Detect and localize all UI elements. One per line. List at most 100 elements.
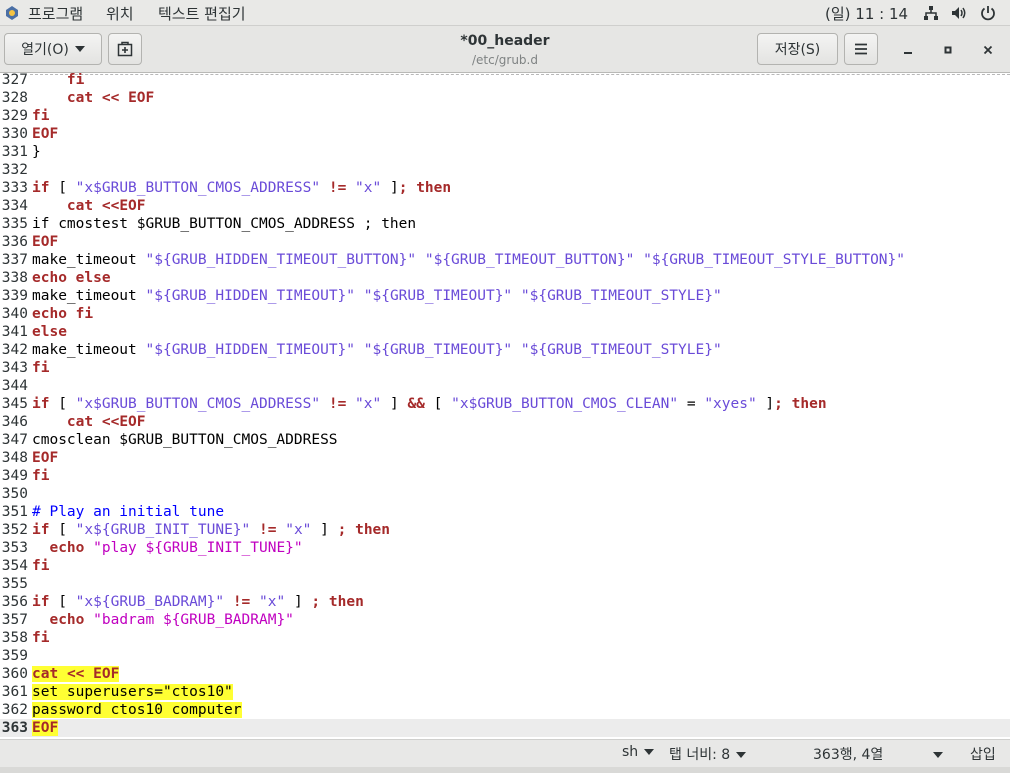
code-text[interactable]: make_timeout "${GRUB_HIDDEN_TIMEOUT}" "$… (32, 341, 722, 359)
code-text[interactable]: if [ "x$GRUB_BUTTON_CMOS_ADDRESS" != "x"… (32, 179, 451, 197)
new-document-button[interactable] (108, 33, 142, 65)
line-number: 328 (1, 90, 28, 106)
code-text[interactable]: if [ "x${GRUB_INIT_TUNE}" != "x" ] ; the… (32, 521, 390, 539)
code-line[interactable]: 345 if [ "x$GRUB_BUTTON_CMOS_ADDRESS" != … (0, 395, 1010, 413)
line-number: 336 (1, 234, 28, 250)
code-line[interactable]: 355 (0, 575, 1010, 593)
code-line[interactable]: 334 cat <<EOF (0, 197, 1010, 215)
line-number: 357 (1, 612, 28, 628)
open-button[interactable]: 열기(O) (4, 33, 102, 65)
hamburger-menu-button[interactable] (844, 33, 878, 65)
save-button-label: 저장(S) (774, 42, 821, 58)
code-line[interactable]: 327 fi (0, 73, 1010, 89)
code-text[interactable]: EOF (32, 233, 58, 251)
header-bar: 열기(O) *00_header /etc/grub.d 저장(S) (0, 26, 1010, 73)
code-text[interactable]: fi (32, 359, 49, 377)
code-text[interactable]: cat << EOF (32, 89, 154, 107)
code-text[interactable]: fi (32, 557, 49, 575)
code-line[interactable]: 354 fi (0, 557, 1010, 575)
code-line[interactable]: 332 (0, 161, 1010, 179)
cursor-position-selector[interactable]: 363행, 4열 (813, 744, 944, 764)
network-icon[interactable] (922, 4, 940, 22)
code-line[interactable]: 344 (0, 377, 1010, 395)
code-line[interactable]: 353 echo "play ${GRUB_INIT_TUNE}" (0, 539, 1010, 557)
code-text[interactable]: # Play an initial tune (32, 503, 224, 521)
code-text[interactable]: make_timeout "${GRUB_HIDDEN_TIMEOUT_BUTT… (32, 251, 905, 269)
code-line[interactable]: 350 (0, 485, 1010, 503)
code-line[interactable]: 352 if [ "x${GRUB_INIT_TUNE}" != "x" ] ; … (0, 521, 1010, 539)
chevron-down-icon (74, 46, 85, 52)
code-line[interactable]: 348 EOF (0, 449, 1010, 467)
code-text[interactable]: set superusers="ctos10" (32, 683, 233, 701)
code-line[interactable]: 362 password ctos10 computer (0, 701, 1010, 719)
code-text[interactable]: echo else (32, 269, 111, 287)
code-line[interactable]: 356 if [ "x${GRUB_BADRAM}" != "x" ] ; the… (0, 593, 1010, 611)
language-selector[interactable]: sh (622, 744, 655, 760)
code-line[interactable]: 331} (0, 143, 1010, 161)
tab-width-selector[interactable]: 탭 너비: 8 (669, 744, 747, 764)
line-number: 344 (1, 378, 28, 394)
clock[interactable]: (일) 11 : 14 (825, 3, 908, 24)
menu-places[interactable]: 위치 (106, 3, 134, 24)
code-line[interactable]: 340 echo fi (0, 305, 1010, 323)
code-line[interactable]: 336 EOF (0, 233, 1010, 251)
code-text[interactable]: cat <<EOF (32, 413, 146, 431)
applications-icon[interactable] (4, 5, 20, 21)
code-line[interactable]: 363 EOF (0, 719, 1010, 737)
code-text[interactable]: EOF (32, 719, 59, 737)
save-button[interactable]: 저장(S) (757, 33, 838, 65)
code-text[interactable]: cat << EOF (32, 665, 120, 683)
code-line[interactable]: 349 fi (0, 467, 1010, 485)
code-line[interactable]: 342 make_timeout "${GRUB_HIDDEN_TIMEOUT}"… (0, 341, 1010, 359)
code-line[interactable]: 346 cat <<EOF (0, 413, 1010, 431)
code-text[interactable]: cmosclean $GRUB_BUTTON_CMOS_ADDRESS (32, 431, 338, 449)
code-line[interactable]: 335 if cmostest $GRUB_BUTTON_CMOS_ADDRESS… (0, 215, 1010, 233)
code-text[interactable]: fi (32, 467, 49, 485)
volume-icon[interactable] (950, 4, 968, 22)
text-editor-area[interactable]: 327 fi 328 cat << EOF 329 fi 330 EOF 331} 332 33… (0, 73, 1010, 739)
code-line[interactable]: 351 # Play an initial tune (0, 503, 1010, 521)
menu-programs[interactable]: 프로그램 (28, 3, 83, 24)
code-text[interactable]: echo "play ${GRUB_INIT_TUNE}" (32, 539, 302, 557)
line-number: 335 (1, 216, 28, 232)
code-text[interactable]: if cmostest $GRUB_BUTTON_CMOS_ADDRESS ; … (32, 215, 416, 233)
code-line[interactable]: 359 (0, 647, 1010, 665)
code-text[interactable]: fi (32, 73, 84, 89)
code-line[interactable]: 361 set superusers="ctos10" (0, 683, 1010, 701)
code-text[interactable]: echo fi (32, 305, 93, 323)
line-number: 341 (1, 324, 28, 340)
code-line[interactable]: 329 fi (0, 107, 1010, 125)
code-text[interactable]: echo "badram ${GRUB_BADRAM}" (32, 611, 293, 629)
code-text[interactable]: else (32, 323, 67, 341)
code-text[interactable]: fi (32, 629, 49, 647)
code-text[interactable]: EOF (32, 125, 58, 143)
power-icon[interactable] (979, 4, 997, 22)
line-number: 353 (1, 540, 28, 556)
code-line[interactable]: 341 else (0, 323, 1010, 341)
code-line[interactable]: 347 cmosclean $GRUB_BUTTON_CMOS_ADDRESS (0, 431, 1010, 449)
code-line[interactable]: 338 echo else (0, 269, 1010, 287)
maximize-button[interactable] (936, 38, 960, 62)
code-line[interactable]: 339 make_timeout "${GRUB_HIDDEN_TIMEOUT}"… (0, 287, 1010, 305)
code-text[interactable]: fi (32, 107, 49, 125)
code-text[interactable]: if [ "x$GRUB_BUTTON_CMOS_ADDRESS" != "x"… (32, 395, 827, 413)
code-line[interactable]: 330 EOF (0, 125, 1010, 143)
code-text[interactable]: if [ "x${GRUB_BADRAM}" != "x" ] ; then (32, 593, 364, 611)
menu-text-editor[interactable]: 텍스트 편집기 (158, 3, 246, 24)
code-text[interactable]: make_timeout "${GRUB_HIDDEN_TIMEOUT}" "$… (32, 287, 722, 305)
code-line[interactable]: 358 fi (0, 629, 1010, 647)
code-text[interactable]: password ctos10 computer (32, 701, 242, 719)
line-number: 352 (1, 522, 28, 538)
code-line[interactable]: 343 fi (0, 359, 1010, 377)
close-button[interactable] (976, 38, 1000, 62)
code-line[interactable]: 333 if [ "x$GRUB_BUTTON_CMOS_ADDRESS" != … (0, 179, 1010, 197)
minimize-button[interactable] (896, 38, 920, 62)
code-line[interactable]: 360 cat << EOF (0, 665, 1010, 683)
code-text[interactable]: EOF (32, 449, 58, 467)
code-text[interactable]: } (32, 143, 41, 161)
line-number: 360 (1, 666, 28, 682)
code-line[interactable]: 337 make_timeout "${GRUB_HIDDEN_TIMEOUT_B… (0, 251, 1010, 269)
code-line[interactable]: 328 cat << EOF (0, 89, 1010, 107)
code-line[interactable]: 357 echo "badram ${GRUB_BADRAM}" (0, 611, 1010, 629)
code-text[interactable]: cat <<EOF (32, 197, 146, 215)
